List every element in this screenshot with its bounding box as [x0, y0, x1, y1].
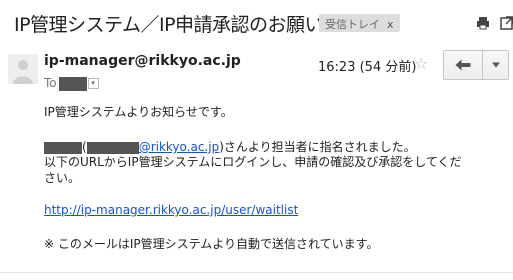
waitlist-url-line: http://ip-manager.rikkyo.ac.jp/user/wait… — [44, 203, 298, 217]
body-instruction: 以下のURLからIP管理システムにログインし、申請の確認及び承認をしてくだ — [44, 155, 462, 169]
star-outline-icon[interactable]: ☆ — [414, 54, 428, 73]
redacted-email-user — [86, 141, 139, 154]
printer-icon[interactable] — [476, 16, 490, 30]
more-actions-button[interactable] — [482, 50, 509, 80]
subject-bar: IP管理システム／IP申請承認のお願い 受信トレイ x — [6, 8, 513, 36]
inbox-label-text: 受信トレイ — [325, 18, 380, 31]
to-label: To — [44, 76, 57, 90]
body-instruction-end: さい。 — [44, 171, 81, 185]
new-window-icon[interactable] — [500, 16, 513, 30]
email-subject: IP管理システム／IP申請承認のお願い — [14, 14, 324, 36]
redacted-name — [44, 141, 82, 154]
message-time: 16:23 (54 分前) — [318, 60, 417, 75]
email-domain: @rikkyo.ac.jp — [138, 140, 220, 154]
body-intro: IP管理システムよりお知らせです。 — [44, 105, 233, 119]
recipient-details-dropdown[interactable]: ▾ — [87, 78, 99, 89]
assignment-text: )さんより担当者に指名されました。 — [219, 140, 416, 154]
sender-avatar — [8, 54, 38, 84]
recipient-line: To ▾ — [44, 76, 99, 91]
divider — [0, 272, 513, 273]
waitlist-url-link[interactable]: http://ip-manager.rikkyo.ac.jp/user/wait… — [44, 203, 298, 217]
reply-arrow-icon — [455, 59, 471, 71]
sender-email[interactable]: ip-manager@rikkyo.ac.jp — [44, 53, 241, 69]
reply-button[interactable] — [443, 50, 483, 80]
remove-label-button[interactable]: x — [387, 18, 394, 31]
assigner-email-link[interactable]: @rikkyo.ac.jp — [86, 140, 220, 154]
redacted-recipient — [58, 76, 87, 91]
inbox-label-badge[interactable]: 受信トレイ x — [319, 14, 400, 32]
caret-down-icon — [491, 62, 500, 68]
auto-send-note: ※ このメールはIP管理システムより自動で送信されています。 — [44, 237, 379, 251]
